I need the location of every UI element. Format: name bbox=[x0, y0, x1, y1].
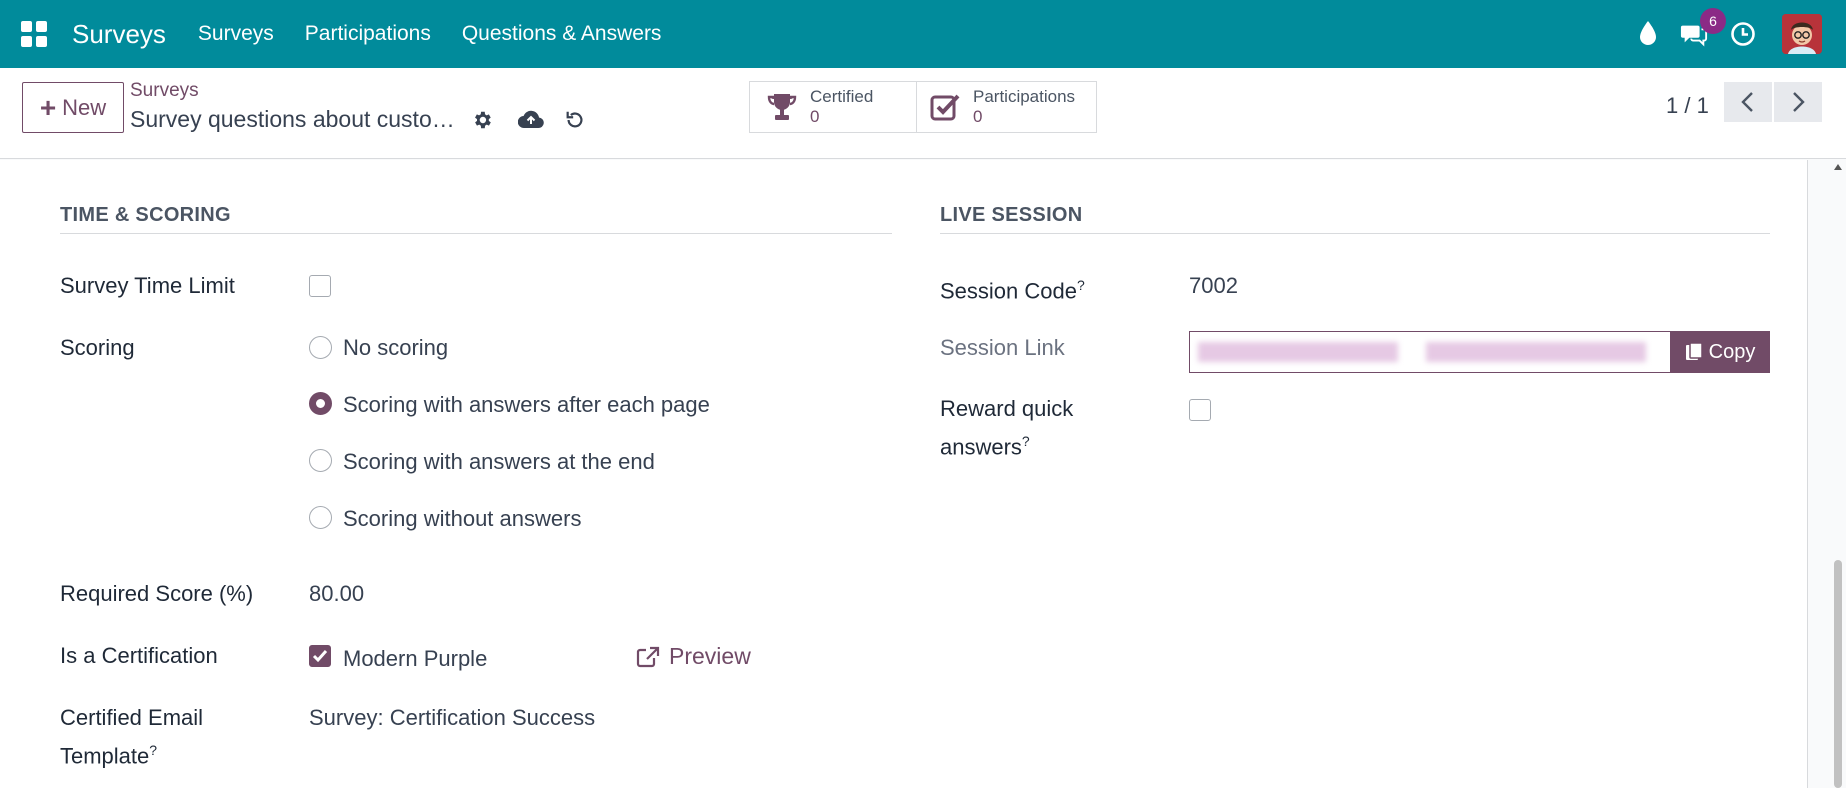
checkmark-icon bbox=[312, 650, 328, 663]
certified-email-template-label-line2: Template bbox=[60, 743, 150, 769]
session-code-label-text: Session Code bbox=[940, 278, 1077, 304]
radio-label-no-scoring[interactable]: No scoring bbox=[343, 331, 448, 364]
stat-participations-value: 0 bbox=[973, 107, 983, 126]
scroll-up-arrow-icon[interactable] bbox=[1834, 164, 1842, 170]
reward-quick-answers-checkbox[interactable] bbox=[1189, 399, 1211, 421]
radio-scoring-at-end[interactable] bbox=[309, 449, 332, 472]
stat-certified-label: Certified bbox=[810, 87, 874, 106]
menu-item-surveys[interactable]: Surveys bbox=[198, 22, 274, 46]
breadcrumb-surveys[interactable]: Surveys bbox=[130, 80, 199, 102]
radio-scoring-after-each-page[interactable] bbox=[309, 392, 332, 415]
is-certification-label: Is a Certification bbox=[60, 643, 218, 668]
section-title-time-scoring: TIME & SCORING bbox=[60, 204, 231, 226]
session-link-label: Session Link bbox=[940, 335, 1065, 360]
user-avatar[interactable] bbox=[1782, 14, 1822, 54]
stat-participations-label: Participations bbox=[973, 87, 1076, 106]
survey-time-limit-label: Survey Time Limit bbox=[60, 273, 235, 298]
stat-button-participations[interactable]: Participations 0 bbox=[916, 81, 1097, 133]
copy-button[interactable]: Copy bbox=[1670, 331, 1770, 373]
checkbox-icon bbox=[930, 94, 960, 121]
chat-count-badge: 6 bbox=[1700, 8, 1726, 34]
external-link-icon bbox=[636, 646, 660, 667]
certified-email-template-value[interactable]: Survey: Certification Success bbox=[309, 701, 595, 734]
preview-link[interactable]: Preview bbox=[636, 640, 751, 673]
radio-no-scoring[interactable] bbox=[309, 336, 332, 359]
section-divider bbox=[60, 233, 892, 234]
preview-link-label: Preview bbox=[669, 643, 751, 669]
help-tooltip-icon[interactable]: ? bbox=[149, 742, 157, 758]
radio-label-scoring-after-each-page[interactable]: Scoring with answers after each page bbox=[343, 388, 710, 421]
clipboard-icon bbox=[1685, 342, 1703, 360]
record-title: Survey questions about customer satisfac… bbox=[130, 106, 464, 132]
reward-quick-answers-label: Reward quick answers? bbox=[940, 392, 1073, 463]
scrollbar-thumb[interactable] bbox=[1834, 560, 1842, 788]
certification-style-value[interactable]: Modern Purple bbox=[343, 642, 487, 675]
top-navbar: Surveys Surveys Participations Questions… bbox=[0, 0, 1846, 68]
stat-certified-value: 0 bbox=[810, 107, 820, 126]
new-button[interactable]: + New bbox=[22, 82, 124, 133]
copy-button-label: Copy bbox=[1708, 340, 1756, 363]
menu-item-participations[interactable]: Participations bbox=[305, 22, 431, 46]
chevron-left-icon bbox=[1741, 92, 1753, 112]
blurred-link-text bbox=[1198, 342, 1398, 362]
survey-time-limit-checkbox[interactable] bbox=[309, 275, 331, 297]
gear-icon[interactable] bbox=[467, 105, 497, 135]
clock-icon[interactable] bbox=[1729, 20, 1757, 48]
scoring-label: Scoring bbox=[60, 335, 135, 360]
chat-icon[interactable]: 6 bbox=[1680, 8, 1726, 48]
chevron-right-icon bbox=[1793, 92, 1805, 112]
water-drop-icon[interactable] bbox=[1634, 19, 1662, 47]
trophy-icon bbox=[767, 94, 797, 120]
reward-quick-answers-label-line1: Reward quick bbox=[940, 396, 1074, 421]
required-score-value[interactable]: 80.00 bbox=[309, 577, 364, 610]
new-button-label: New bbox=[62, 94, 107, 120]
stat-button-certified[interactable]: Certified 0 bbox=[749, 81, 917, 133]
main-menu: Surveys Participations Questions & Answe… bbox=[198, 22, 662, 46]
discard-changes-icon[interactable] bbox=[560, 105, 590, 135]
radio-label-scoring-without-answers[interactable]: Scoring without answers bbox=[343, 502, 581, 535]
form-sheet bbox=[0, 160, 1808, 788]
certified-email-template-label-line1: Certified Email bbox=[60, 705, 204, 730]
control-panel: + New Surveys Survey questions about cus… bbox=[0, 68, 1846, 159]
required-score-label: Required Score (%) bbox=[60, 581, 254, 606]
session-code-label: Session Code? bbox=[940, 269, 1085, 307]
pager-next-button[interactable] bbox=[1774, 82, 1822, 122]
pager-value[interactable]: 1 / 1 bbox=[1666, 86, 1709, 126]
cloud-save-icon[interactable] bbox=[516, 105, 546, 135]
is-certification-checkbox[interactable] bbox=[309, 645, 331, 667]
help-tooltip-icon[interactable]: ? bbox=[1022, 433, 1030, 449]
plus-icon: + bbox=[39, 91, 57, 123]
section-divider bbox=[940, 233, 1770, 234]
reward-quick-answers-label-line2: answers bbox=[940, 434, 1022, 460]
radio-scoring-without-answers[interactable] bbox=[309, 506, 332, 529]
section-title-live-session: LIVE SESSION bbox=[940, 204, 1083, 226]
certified-email-template-label: Certified Email Template? bbox=[60, 701, 203, 772]
blurred-link-text bbox=[1426, 342, 1646, 362]
menu-item-questions-answers[interactable]: Questions & Answers bbox=[462, 22, 662, 46]
pager-previous-button[interactable] bbox=[1724, 82, 1772, 122]
session-code-value: 7002 bbox=[1189, 273, 1238, 298]
radio-label-scoring-at-end[interactable]: Scoring with answers at the end bbox=[343, 445, 655, 478]
apps-menu-icon[interactable] bbox=[21, 21, 47, 47]
app-brand[interactable]: Surveys bbox=[72, 19, 166, 50]
help-tooltip-icon[interactable]: ? bbox=[1077, 277, 1085, 293]
session-link-field[interactable] bbox=[1189, 331, 1671, 373]
